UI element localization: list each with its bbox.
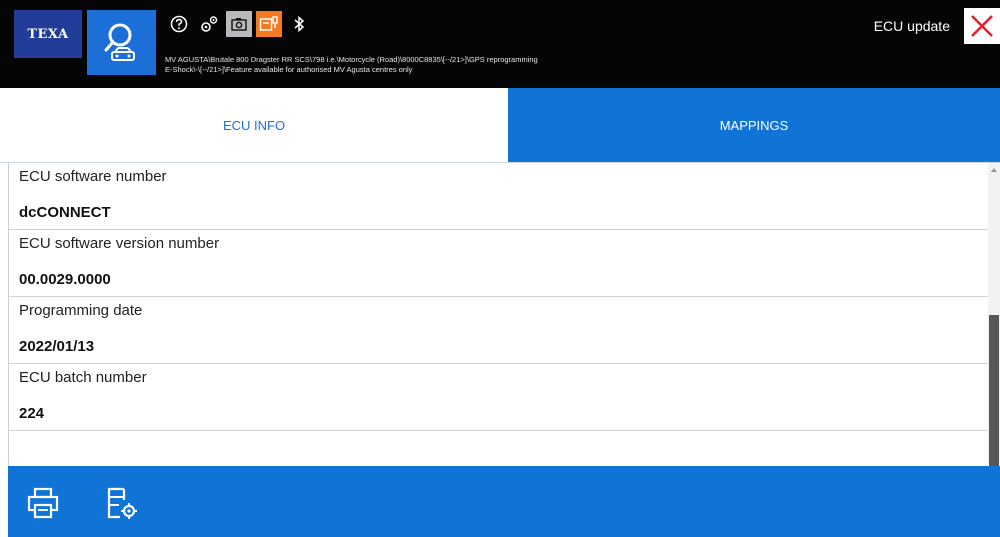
vehicle-path-line1: MV AGUSTA\Brutale 800 Dragster RR SCS\79… xyxy=(165,55,538,64)
settings-icon xyxy=(201,16,218,32)
bluetooth-icon xyxy=(294,15,305,33)
tab-bar: ECU INFO MAPPINGS xyxy=(0,88,1000,162)
ecu-software-number-label: ECU software number xyxy=(19,168,167,185)
search-car-icon xyxy=(104,23,135,61)
screenshot-button[interactable] xyxy=(226,11,252,37)
chevron-up-icon xyxy=(991,168,997,172)
camera-icon xyxy=(231,18,247,31)
tab-mappings[interactable]: MAPPINGS xyxy=(508,88,1000,162)
report-settings-icon xyxy=(107,487,137,519)
print-icon xyxy=(27,487,59,519)
help-icon xyxy=(170,15,188,33)
tab-ecu-info[interactable]: ECU INFO xyxy=(0,88,508,162)
vehicle-path: MV AGUSTA\Brutale 800 Dragster RR SCS\79… xyxy=(165,55,865,74)
scrollbar-thumb[interactable] xyxy=(989,315,999,466)
programming-date-label: Programming date xyxy=(19,302,143,319)
top-bar: TEXA MV AGUSTA\Brutale 800 Dragster RR S… xyxy=(0,0,1000,88)
bottom-toolbar xyxy=(8,466,1000,537)
print-button[interactable] xyxy=(26,486,60,520)
vehicle-search-button[interactable] xyxy=(87,10,156,75)
list-item: Programming date 2022/01/13 xyxy=(8,297,988,364)
bluetooth-button[interactable] xyxy=(286,11,312,37)
list-item: ECU software number dcCONNECT xyxy=(8,163,988,230)
scroll-up-arrow[interactable] xyxy=(988,165,1000,175)
help-button[interactable] xyxy=(166,11,192,37)
ecu-batch-number-value: 224 xyxy=(19,405,45,422)
settings-button[interactable] xyxy=(196,11,222,37)
ecu-software-number-value: dcCONNECT xyxy=(19,204,111,221)
ecu-info-list: ECU software number dcCONNECT ECU softwa… xyxy=(8,163,988,466)
connection-button[interactable] xyxy=(256,11,282,37)
vehicle-path-line2: E-Shock\-\[--/21>]\Feature available for… xyxy=(165,64,413,74)
close-button[interactable] xyxy=(964,8,1000,44)
report-settings-button[interactable] xyxy=(104,486,138,520)
ecu-software-version-label: ECU software version number xyxy=(19,235,220,252)
toolbar-icons xyxy=(166,11,316,37)
list-item: ECU batch number 224 xyxy=(8,364,988,431)
ecu-software-version-value: 00.0029.0000 xyxy=(19,271,111,288)
connection-icon xyxy=(259,16,278,31)
close-icon xyxy=(971,15,993,37)
programming-date-value: 2022/01/13 xyxy=(19,338,95,355)
page-title: ECU update xyxy=(873,18,950,34)
ecu-batch-number-label: ECU batch number xyxy=(19,369,147,386)
texa-logo: TEXA xyxy=(14,10,82,58)
list-item: ECU software version number 00.0029.0000 xyxy=(8,230,988,297)
